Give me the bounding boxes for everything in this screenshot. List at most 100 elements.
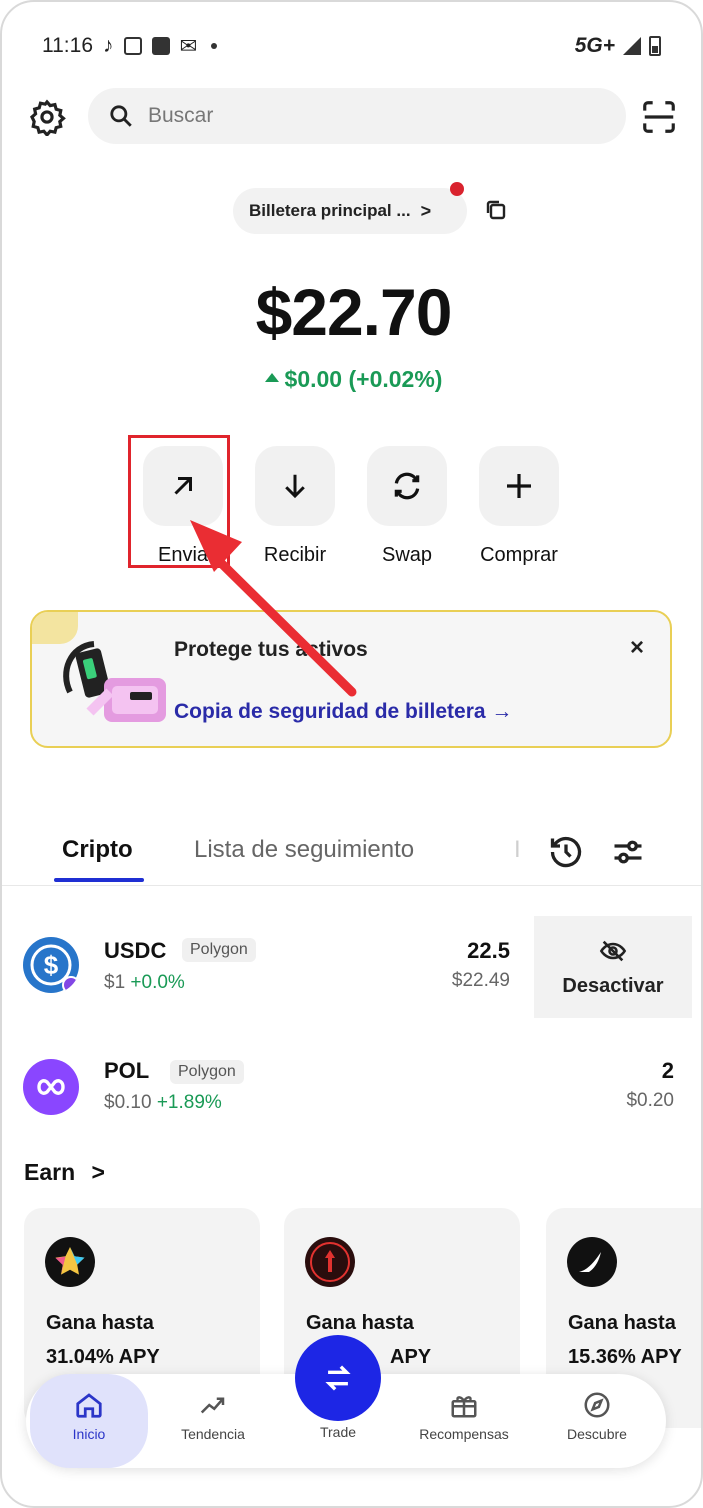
earn-card-line1: Gana hasta (46, 1312, 154, 1334)
annotation-highlight-box (128, 435, 230, 568)
more-notifications-dot (211, 43, 218, 49)
notification-dot (450, 182, 464, 196)
deactivate-button[interactable]: Desactivar (534, 916, 692, 1018)
nav-recompensas[interactable]: Recompensas (396, 1374, 532, 1468)
usdc-logo-icon: $ (23, 937, 80, 994)
swap-label: Swap (381, 544, 433, 566)
chain-badge: Polygon (182, 938, 256, 962)
svg-text:$: $ (44, 950, 59, 980)
earn-card-apy: APY (390, 1346, 432, 1368)
battery-icon (649, 36, 661, 56)
wallet-chevron-icon: > (420, 200, 432, 221)
nav-tendencia[interactable]: Tendencia (156, 1374, 270, 1468)
deactivate-label: Desactivar (562, 974, 664, 997)
qr-scan-icon[interactable] (640, 98, 678, 136)
refresh-swap-icon (394, 472, 420, 500)
nav-label: Tendencia (181, 1426, 245, 1442)
token-value: $22.49 (451, 970, 510, 991)
token-symbol: POL (104, 1058, 150, 1083)
asset-tabs: Cripto Lista de seguimiento I (2, 828, 701, 886)
buy-action[interactable]: Comprar (464, 446, 574, 567)
earn-card-line1: Gana hasta (306, 1312, 414, 1334)
filter-sliders-icon[interactable] (610, 834, 646, 870)
token-price-value: $1 (104, 972, 126, 993)
token-price-change: +1.89% (156, 1092, 222, 1113)
copy-address-icon[interactable] (484, 198, 508, 222)
history-icon[interactable] (548, 834, 584, 870)
earn-card-apy: 15.36% APY (568, 1346, 682, 1368)
network-label: 5G+ (574, 34, 615, 57)
arrow-down-icon (285, 474, 305, 499)
token-symbol: USDC (104, 938, 167, 963)
active-tab-underline (54, 878, 144, 882)
hardware-wallet-illustration (63, 641, 166, 722)
wallet-name: Billetera principal ... (249, 201, 411, 220)
earn-section-header[interactable]: Earn > (24, 1159, 105, 1186)
balance-change-value: $0.00 (+0.02%) (284, 366, 443, 392)
banner-title: Protege tus activos (174, 638, 368, 661)
close-icon[interactable]: × (622, 634, 652, 662)
token-price: $1 +0.0% (104, 972, 185, 994)
mail-icon: ✉ (179, 34, 198, 58)
plus-icon (507, 474, 531, 498)
buy-label: Comprar (480, 544, 558, 566)
nav-label: Descubre (567, 1426, 627, 1442)
red-token-icon (305, 1237, 355, 1287)
receive-action[interactable]: Recibir (240, 446, 350, 567)
up-triangle-icon (264, 373, 279, 383)
status-time: 11:16 (42, 34, 93, 57)
status-right: 5G+ (575, 34, 661, 58)
app-icon (151, 37, 170, 55)
swap-button[interactable] (367, 446, 447, 526)
token-amount: 22.5 (467, 938, 510, 963)
home-icon (76, 1393, 102, 1418)
eye-off-icon (599, 940, 627, 961)
token-value: $0.20 (626, 1090, 674, 1111)
search-input[interactable] (148, 104, 568, 128)
trade-button[interactable] (295, 1335, 381, 1421)
bird-token-icon (567, 1237, 617, 1287)
star-token-icon (45, 1237, 95, 1287)
total-balance: $22.70 (255, 275, 453, 349)
signal-icon (623, 37, 641, 55)
token-price-value: $0.10 (104, 1092, 152, 1113)
status-bar: 11:16 ♪ ✉ 5G+ (42, 30, 661, 62)
earn-card-apy: 31.04% APY (46, 1346, 160, 1368)
token-amount: 2 (661, 1058, 674, 1083)
nav-label: Inicio (72, 1426, 106, 1442)
wallet-selector[interactable]: Billetera principal ... > (233, 188, 467, 234)
pol-logo-icon (23, 1059, 79, 1115)
receive-label: Recibir (263, 544, 327, 566)
swap-action[interactable]: Swap (352, 446, 462, 567)
tiktok-icon: ♪ (103, 34, 114, 57)
gift-icon (451, 1396, 477, 1418)
settings-gear-icon[interactable] (28, 98, 66, 136)
tab-cripto[interactable]: Cripto (62, 836, 133, 864)
search-icon (110, 105, 132, 127)
token-price-change: +0.0% (130, 972, 185, 993)
status-notification-icons: ♪ ✉ (103, 34, 218, 59)
chevron-right-icon: > (91, 1159, 105, 1185)
compass-icon (584, 1392, 610, 1418)
backup-banner[interactable]: Protege tus activos Copia de seguridad d… (30, 610, 672, 748)
balance-change: $0.00 (+0.02%) (2, 366, 701, 393)
trending-up-icon (200, 1397, 225, 1414)
earn-card-line1: Gana hasta (568, 1312, 676, 1334)
app-icon (123, 37, 142, 55)
nav-inicio[interactable]: Inicio (30, 1374, 148, 1468)
nav-descubre[interactable]: Descubre (542, 1374, 652, 1468)
chain-badge: Polygon (170, 1060, 244, 1084)
receive-button[interactable] (255, 446, 335, 526)
search-bar[interactable] (88, 88, 626, 144)
tab-overflow[interactable]: I (514, 836, 521, 864)
token-row-pol[interactable]: POL Polygon $0.10 +1.89% 2 $0.20 (2, 1038, 701, 1138)
tab-watchlist[interactable]: Lista de seguimiento (194, 836, 414, 864)
swap-arrows-icon (325, 1365, 351, 1391)
nav-trade-label: Trade (319, 1424, 357, 1440)
token-price: $0.10 +1.89% (104, 1092, 222, 1114)
backup-link[interactable]: Copia de seguridad de billetera → (174, 700, 512, 724)
earn-title: Earn (24, 1159, 76, 1185)
app-screen: 11:16 ♪ ✉ 5G+ Billetera principal ... > (0, 0, 703, 1508)
nav-label: Recompensas (419, 1426, 509, 1442)
buy-button[interactable] (479, 446, 559, 526)
